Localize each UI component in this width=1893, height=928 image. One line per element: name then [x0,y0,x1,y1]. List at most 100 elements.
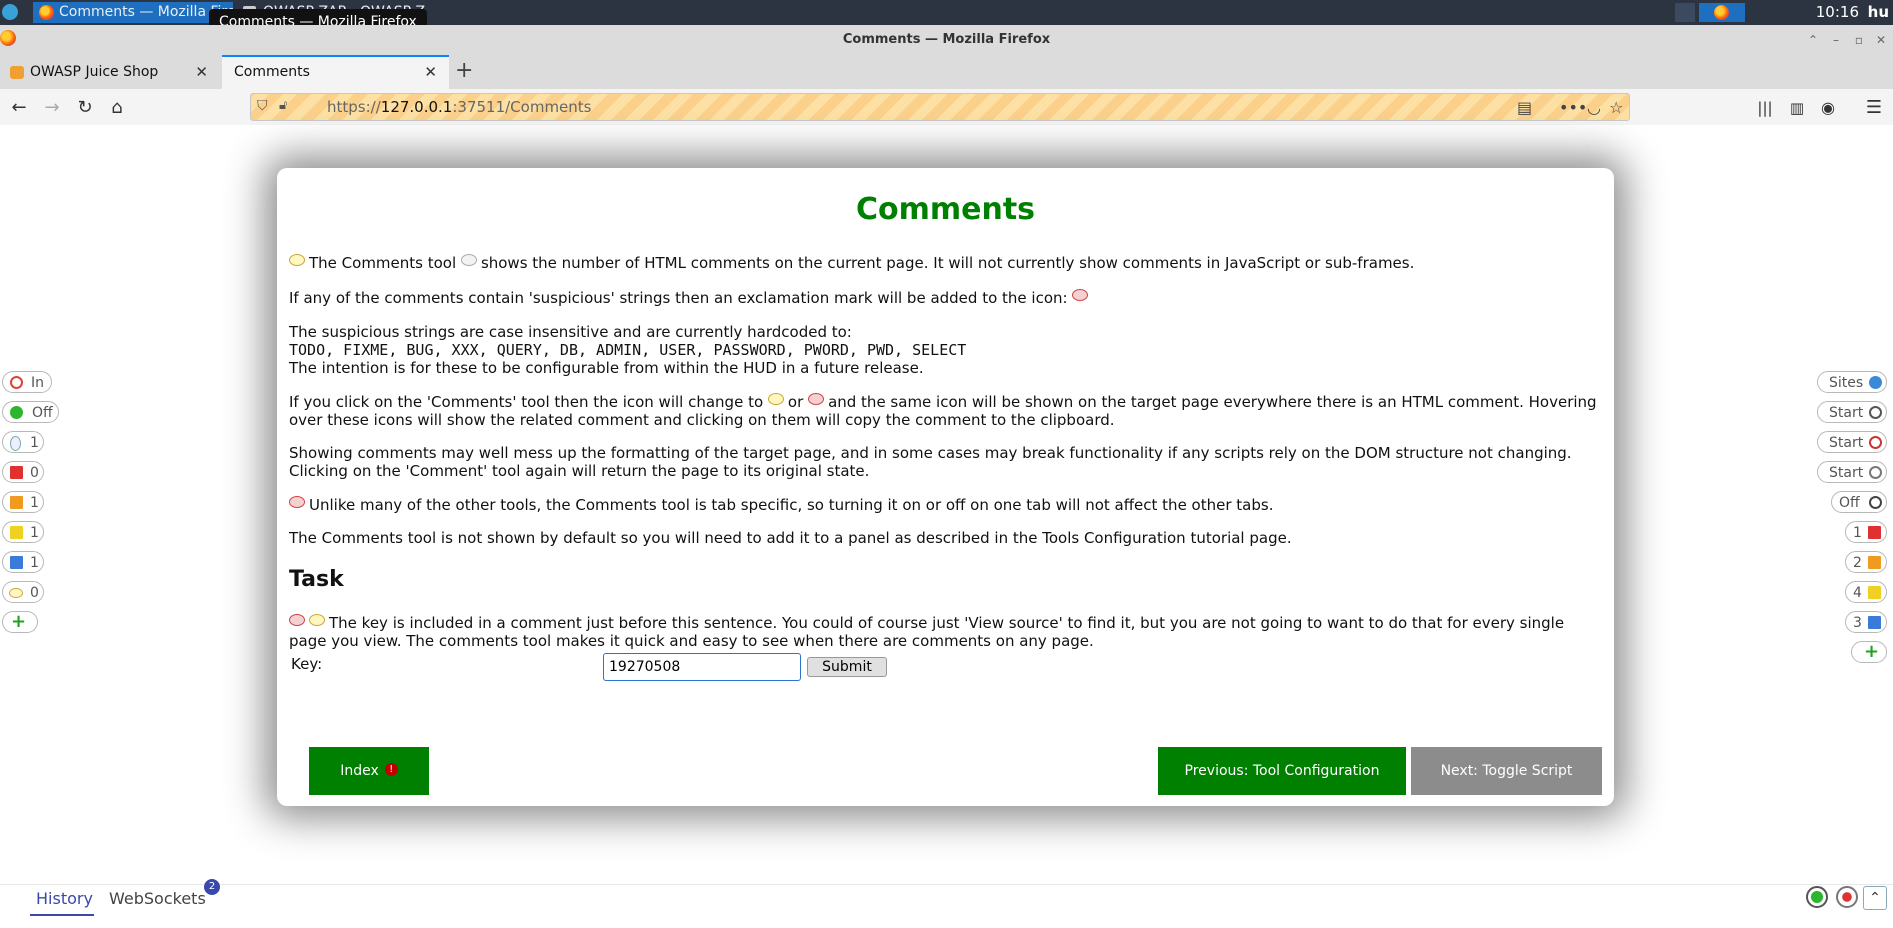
hud-add-tool-button[interactable]: + [2,611,38,633]
hud-label: Start [1829,465,1864,481]
tab-comments[interactable]: Comments ✕ [222,55,449,89]
tray-network-icon[interactable] [1675,3,1695,22]
hud-ajax-spider-button[interactable]: Start [1817,431,1887,453]
hud-site-alerts-medium[interactable]: 2 [1845,551,1887,573]
hud-page-alerts-high[interactable]: 0 [2,461,44,483]
alert-icon: ! [384,763,398,776]
tab-owasp-juice-shop[interactable]: OWASP Juice Shop ✕ [0,55,220,89]
hud-site-alerts-high[interactable]: 1 [1845,521,1887,543]
maximize-icon[interactable]: ▫ [1852,33,1866,47]
tracking-shield-icon[interactable]: ⛉ [257,98,268,114]
tab-websockets[interactable]: WebSockets [109,889,206,908]
hud-site-alerts-informational[interactable]: 3 [1845,611,1887,633]
submit-button[interactable]: Submit [807,657,887,677]
hud-active-scan-button[interactable]: Start [1817,461,1887,483]
new-tab-button[interactable]: + [455,58,473,83]
comment-warning-icon [289,614,305,626]
red-flag-icon [10,466,23,479]
hud-label: 3 [1853,615,1862,631]
strings-intro: The suspicious strings are case insensit… [289,323,852,341]
hud-site-alerts-low[interactable]: 4 [1845,581,1887,603]
reload-icon[interactable]: ↻ [74,97,96,119]
comments-warning-icon [1072,289,1089,301]
hud-label: Off [32,405,53,421]
window-up-icon[interactable]: ⌃ [1806,33,1820,47]
blue-flag-icon [10,556,23,569]
hud-spider-button[interactable]: Start [1817,401,1887,423]
hud-label: 4 [1853,585,1862,601]
keyboard-layout[interactable]: hu [1868,3,1889,21]
close-tab-icon[interactable]: ✕ [195,55,208,89]
comments-icon [9,588,23,598]
tab-history[interactable]: History [36,889,93,908]
ajax-spider-icon [1869,436,1882,449]
suspicious-paragraph: If any of the comments contain 'suspicio… [289,289,1602,307]
index-label: Index [340,763,379,779]
hud-page-alerts-medium[interactable]: 1 [2,491,44,513]
close-tab-icon[interactable]: ✕ [424,57,437,87]
hud-bottom-drawer [0,884,1893,928]
hud-label: In [31,375,45,391]
back-icon[interactable]: ← [8,97,30,119]
hud-settings-icon[interactable] [1836,886,1858,908]
hud-label: 1 [30,495,39,511]
next-button[interactable]: Next: Toggle Script [1411,747,1602,795]
active-scan-icon [1869,466,1882,479]
taskbar-item-label: Comments — Mozilla Firefox [59,4,233,20]
hud-page-alerts-info[interactable]: 1 [2,431,44,453]
tray-firefox-icon[interactable] [1699,3,1745,22]
yellow-flag-icon [10,526,23,539]
account-icon[interactable]: ◉ [1817,97,1839,119]
menu-icon[interactable]: ☰ [1863,97,1885,119]
active-tab-indicator [30,914,94,916]
yellow-flag-icon [1868,586,1881,599]
reader-view-icon[interactable]: ▤ [1517,98,1532,117]
index-button[interactable]: Index! [309,747,429,795]
minimize-icon[interactable]: – [1829,33,1843,47]
task-paragraph: The key is included in a comment just be… [289,614,1565,650]
hud-label: 2 [1853,555,1862,571]
hud-label: 0 [30,465,39,481]
address-bar[interactable]: ⛉ 🔓︎ https://127.0.0.1:37511/Comments ▤ … [250,93,1630,121]
hud-comments-button[interactable]: 0 [2,581,44,603]
navigation-toolbar: ← → ↻ ⌂ ⛉ 🔓︎ https://127.0.0.1:37511/Com… [0,89,1893,126]
hud-add-tool-button-right[interactable]: + [1851,641,1887,663]
sidebar-icon[interactable]: ▥ [1786,97,1808,119]
page-actions-icon[interactable]: ••• [1559,98,1587,117]
hud-intercept-button[interactable]: In [2,371,52,393]
expand-drawer-icon[interactable]: ⌃ [1863,886,1887,910]
intro-paragraph: The Comments tool shows the number of HT… [289,254,1602,272]
comment-icon [309,614,325,626]
hud-enabled-icon[interactable] [1806,886,1828,908]
pocket-icon[interactable]: ◡ [1587,98,1601,117]
bookmark-star-icon[interactable]: ☆ [1609,98,1623,117]
taskbar-item-firefox[interactable]: Comments — Mozilla Firefox [33,2,233,23]
hud-page-alerts-low[interactable]: 1 [2,521,44,543]
hud-break-button[interactable]: Off [1831,491,1887,513]
library-icon[interactable]: ||| [1754,97,1776,119]
key-input[interactable] [603,653,801,681]
suspicious-strings-list: TODO, FIXME, BUG, XXX, QUERY, DB, ADMIN,… [289,341,967,359]
target-icon [10,376,23,389]
hud-sites-button[interactable]: Sites [1817,371,1887,393]
websockets-count-badge: 2 [204,879,220,895]
hud-page-alerts-informational[interactable]: 1 [2,551,44,573]
forward-icon[interactable]: → [41,97,63,119]
tab-specific-paragraph: Unlike many of the other tools, the Comm… [289,496,1602,514]
hud-label: 1 [30,555,39,571]
comment-icon [767,393,784,405]
comment-warning-icon [808,393,825,405]
home-icon[interactable]: ⌂ [106,97,128,119]
juice-shop-favicon-icon [10,66,24,79]
hud-mode-button[interactable]: Off [2,401,59,423]
click-paragraph: If you click on the 'Comments' tool then… [289,393,1597,429]
window-title: Comments — Mozilla Firefox [842,32,1051,47]
close-window-icon[interactable]: ✕ [1874,33,1888,47]
insecure-lock-icon[interactable]: 🔓︎ [279,98,287,113]
plus-icon: + [1864,641,1880,662]
previous-button[interactable]: Previous: Tool Configuration [1158,747,1406,795]
red-flag-icon [1868,526,1881,539]
menu-logo-icon[interactable] [2,4,18,20]
firefox-icon [39,5,54,20]
hud-label: 0 [30,585,39,601]
